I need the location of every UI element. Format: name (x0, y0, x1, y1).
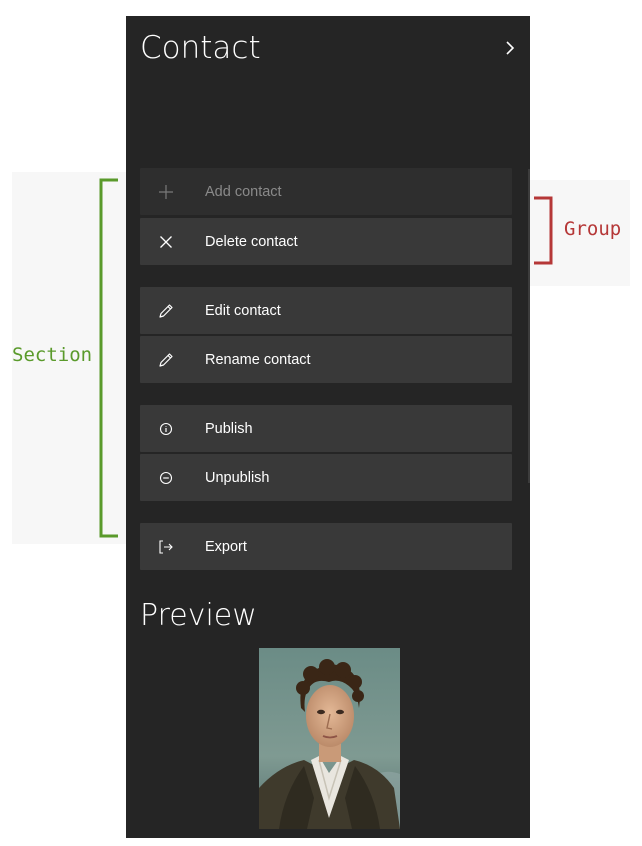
chevron-right-icon[interactable] (502, 40, 518, 56)
rename-contact-button[interactable]: Rename contact (140, 336, 512, 383)
export-label: Export (205, 538, 247, 555)
unpublish-label: Unpublish (205, 469, 270, 486)
group-annotation-label: Group (564, 218, 622, 240)
preview-title: Preview (140, 598, 257, 633)
section-bracket (99, 178, 118, 538)
close-icon (140, 218, 192, 265)
delete-contact-button[interactable]: Delete contact (140, 218, 512, 265)
section-annotation-label: Section (12, 344, 93, 366)
info-icon (140, 405, 192, 452)
edit-contact-label: Edit contact (205, 302, 281, 319)
publish-label: Publish (205, 420, 253, 437)
pencil-icon (140, 336, 192, 383)
portrait-image (259, 648, 400, 829)
add-contact-label: Add contact (205, 183, 282, 200)
add-contact-button[interactable]: Add contact (140, 168, 512, 215)
contact-panel: Contact Add contact Delete contact Edit … (126, 16, 530, 838)
pencil-icon (140, 287, 192, 334)
delete-contact-label: Delete contact (205, 233, 298, 250)
panel-title: Contact (140, 30, 261, 66)
publish-button[interactable]: Publish (140, 405, 512, 452)
export-icon (140, 523, 192, 570)
unpublish-button[interactable]: Unpublish (140, 454, 512, 501)
rename-contact-label: Rename contact (205, 351, 311, 368)
edit-contact-button[interactable]: Edit contact (140, 287, 512, 334)
plus-icon (140, 168, 192, 215)
minus-circle-icon (140, 454, 192, 501)
group-bracket (534, 196, 553, 265)
export-button[interactable]: Export (140, 523, 512, 570)
scroll-indicator (528, 169, 530, 483)
